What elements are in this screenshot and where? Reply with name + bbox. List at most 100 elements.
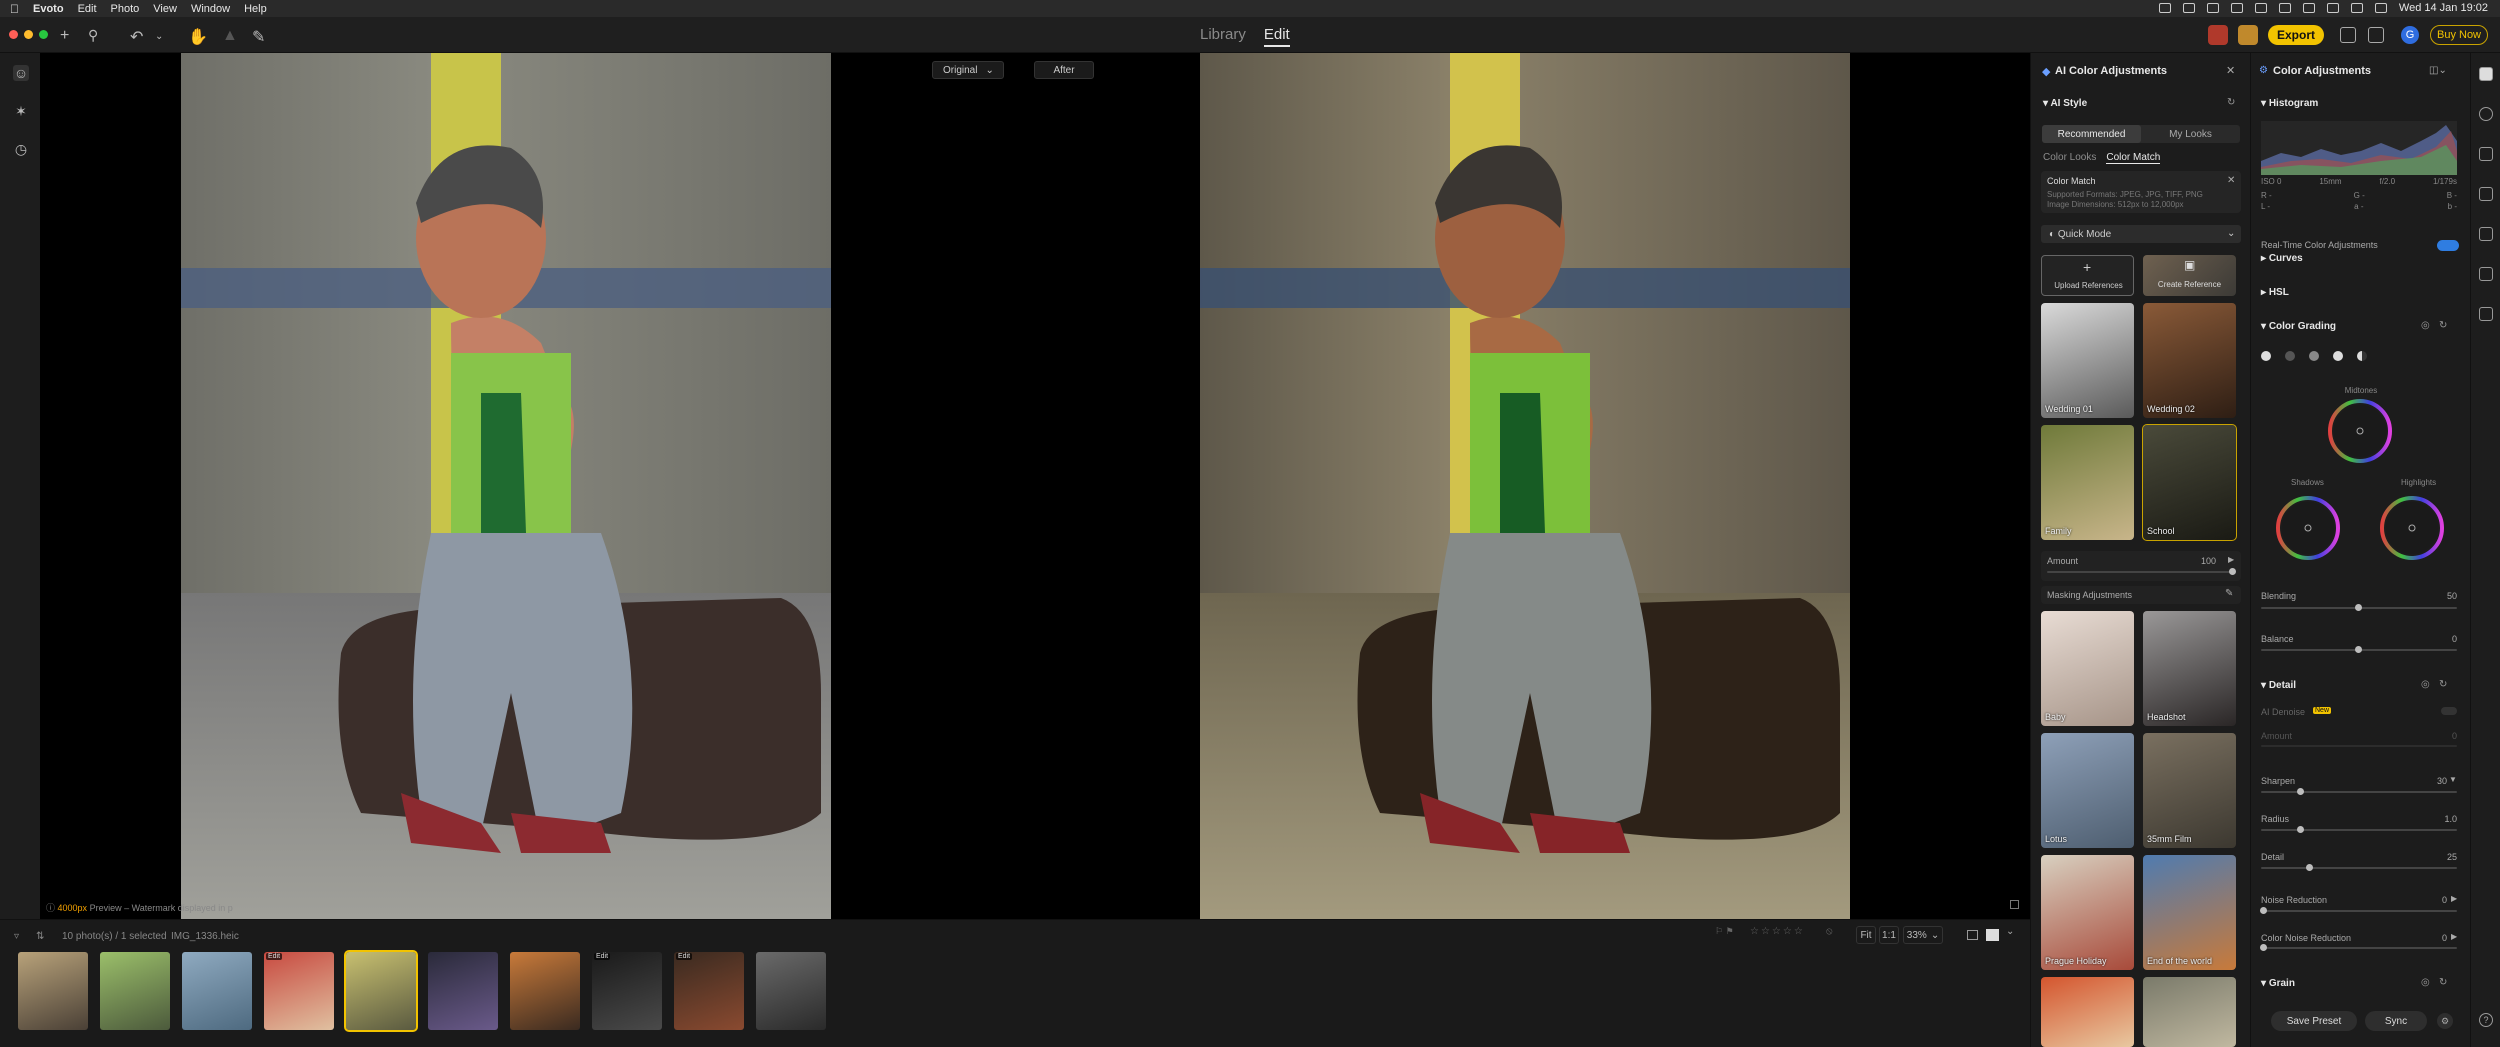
- undo-icon[interactable]: ↶: [130, 27, 143, 47]
- filmstrip-thumbnail[interactable]: [756, 952, 826, 1030]
- tab-library[interactable]: Library: [1200, 26, 1246, 47]
- highlights-mode-icon[interactable]: [2333, 351, 2343, 361]
- radius-knob[interactable]: [2297, 826, 2304, 833]
- single-view-icon[interactable]: [1967, 930, 1978, 940]
- ai-style-section[interactable]: ▾ AI Style: [2043, 98, 2087, 109]
- chevron-right-icon[interactable]: ▶: [2451, 932, 2457, 941]
- camera-icon[interactable]: [2479, 267, 2493, 281]
- tab-my-looks[interactable]: My Looks: [2141, 125, 2240, 143]
- minimize-window-button[interactable]: [24, 30, 33, 39]
- look-wedding-01[interactable]: Wedding 01: [2041, 303, 2134, 418]
- layers-icon[interactable]: [2479, 147, 2493, 161]
- look-school[interactable]: School: [2142, 424, 2237, 541]
- fit-button[interactable]: Fit: [1856, 926, 1876, 944]
- save-preset-button[interactable]: Save Preset: [2271, 1011, 2357, 1031]
- color-grading-section[interactable]: ▾ Color Grading: [2261, 321, 2336, 332]
- gallery-icon[interactable]: [2368, 27, 2384, 43]
- chevron-right-icon[interactable]: ▶: [2451, 894, 2457, 903]
- look-headshot[interactable]: Headshot: [2143, 611, 2236, 726]
- look-family[interactable]: Family: [2041, 425, 2134, 540]
- help-icon[interactable]: ?: [2479, 1013, 2493, 1027]
- record-icon[interactable]: [2254, 3, 2267, 13]
- hsl-section[interactable]: ▸ HSL: [2261, 287, 2289, 298]
- menu-help[interactable]: Help: [244, 3, 267, 15]
- menu-app-name[interactable]: Evoto: [33, 3, 64, 15]
- upload-references-button[interactable]: + Upload References: [2041, 255, 2134, 296]
- visibility-icon[interactable]: ◎: [2421, 977, 2430, 988]
- reject-icon[interactable]: ⦸: [1826, 926, 1833, 937]
- wifi-icon[interactable]: [2326, 3, 2339, 13]
- color-adjustments-icon[interactable]: [2479, 67, 2493, 81]
- menu-window[interactable]: Window: [191, 3, 230, 15]
- filmstrip-thumbnail[interactable]: Edit: [674, 952, 744, 1030]
- filmstrip-thumbnail[interactable]: Edit: [264, 952, 334, 1030]
- filmstrip-thumbnail[interactable]: [428, 952, 498, 1030]
- portrait-tool-icon[interactable]: ☺: [13, 65, 29, 81]
- close-icon[interactable]: ✕: [2226, 64, 2235, 77]
- three-way-icon[interactable]: [2261, 351, 2271, 361]
- menu-view[interactable]: View: [153, 3, 177, 15]
- filmstrip-thumbnail[interactable]: [510, 952, 580, 1030]
- tab-color-match[interactable]: Color Match: [2106, 152, 2161, 164]
- history-tool-icon[interactable]: ◷: [13, 141, 29, 157]
- play-icon[interactable]: ▶: [2228, 555, 2234, 564]
- battery-icon[interactable]: [2302, 3, 2315, 13]
- amount-knob[interactable]: [2229, 568, 2236, 575]
- zoom-window-button[interactable]: [39, 30, 48, 39]
- avatar[interactable]: G: [2401, 26, 2419, 44]
- menu-edit[interactable]: Edit: [78, 3, 97, 15]
- noise-reduction-knob[interactable]: [2260, 907, 2267, 914]
- sharpen-slider[interactable]: [2261, 791, 2457, 793]
- sharpen-knob[interactable]: [2297, 788, 2304, 795]
- filmstrip-thumbnail[interactable]: [100, 952, 170, 1030]
- close-icon[interactable]: ✕: [2227, 175, 2235, 186]
- menu-photo[interactable]: Photo: [111, 3, 140, 15]
- midtones-color-wheel[interactable]: [2325, 396, 2395, 466]
- clock[interactable]: Wed 14 Jan 19:02: [2399, 2, 2488, 14]
- color-noise-slider[interactable]: [2261, 947, 2457, 949]
- flag-icons[interactable]: ⚐ ⚑: [1715, 926, 1734, 937]
- export-button[interactable]: Export: [2268, 25, 2324, 45]
- look-prague-holiday[interactable]: Prague Holiday: [2041, 855, 2134, 970]
- look-end-of-the-world[interactable]: End of the world: [2143, 855, 2236, 970]
- filmstrip-thumbnail[interactable]: [18, 952, 88, 1030]
- search-icon[interactable]: ⚲: [88, 27, 98, 44]
- detail-knob[interactable]: [2306, 864, 2313, 871]
- brush-tool-icon[interactable]: ✎: [252, 27, 265, 47]
- radius-slider[interactable]: [2261, 829, 2457, 831]
- blending-knob[interactable]: [2355, 604, 2362, 611]
- global-mode-icon[interactable]: [2357, 351, 2367, 361]
- rating-stars[interactable]: ☆☆☆☆☆: [1750, 926, 1805, 937]
- split-view-icon[interactable]: [2010, 900, 2019, 909]
- chevron-down-icon[interactable]: ⌄: [2006, 926, 2014, 937]
- after-label-button[interactable]: After: [1034, 61, 1094, 79]
- amount-slider[interactable]: [2047, 571, 2233, 573]
- drop-icon[interactable]: [2479, 107, 2493, 121]
- color-noise-knob[interactable]: [2260, 944, 2267, 951]
- midtones-mode-icon[interactable]: [2309, 351, 2319, 361]
- filmstrip-thumbnail[interactable]: Edit: [592, 952, 662, 1030]
- display-icon[interactable]: [2182, 3, 2195, 13]
- histogram-section[interactable]: ▾ Histogram: [2261, 98, 2318, 109]
- cast-icon[interactable]: [2206, 3, 2219, 13]
- filmstrip-thumbnail[interactable]: [344, 950, 418, 1032]
- reset-icon[interactable]: ↻: [2439, 977, 2447, 988]
- realtime-toggle[interactable]: [2437, 240, 2459, 251]
- background-icon[interactable]: [2479, 307, 2493, 321]
- canvas[interactable]: Original ⌄ After ⓘ 4000px Preview – Wate…: [40, 53, 2030, 919]
- tab-color-looks[interactable]: Color Looks: [2043, 152, 2096, 164]
- reset-icon[interactable]: ↻: [2227, 97, 2235, 108]
- quick-mode-dropdown[interactable]: ◐ Quick Mode ⌄: [2041, 225, 2241, 243]
- status-icon[interactable]: [2158, 3, 2171, 13]
- sync-button[interactable]: Sync: [2365, 1011, 2427, 1031]
- detail-section[interactable]: ▾ Detail: [2261, 680, 2296, 691]
- look-extra-2[interactable]: [2143, 977, 2236, 1047]
- curves-section[interactable]: ▸ Curves: [2261, 253, 2303, 264]
- zoom-dropdown[interactable]: 33% ⌄: [1903, 926, 1943, 944]
- sync-settings-icon[interactable]: ⚙: [2437, 1013, 2453, 1029]
- calendar-icon[interactable]: [2230, 3, 2243, 13]
- balance-knob[interactable]: [2355, 646, 2362, 653]
- effects-tool-icon[interactable]: ✶: [13, 103, 29, 119]
- filter-icon[interactable]: ▿: [14, 931, 19, 942]
- reset-icon[interactable]: ↻: [2439, 320, 2447, 331]
